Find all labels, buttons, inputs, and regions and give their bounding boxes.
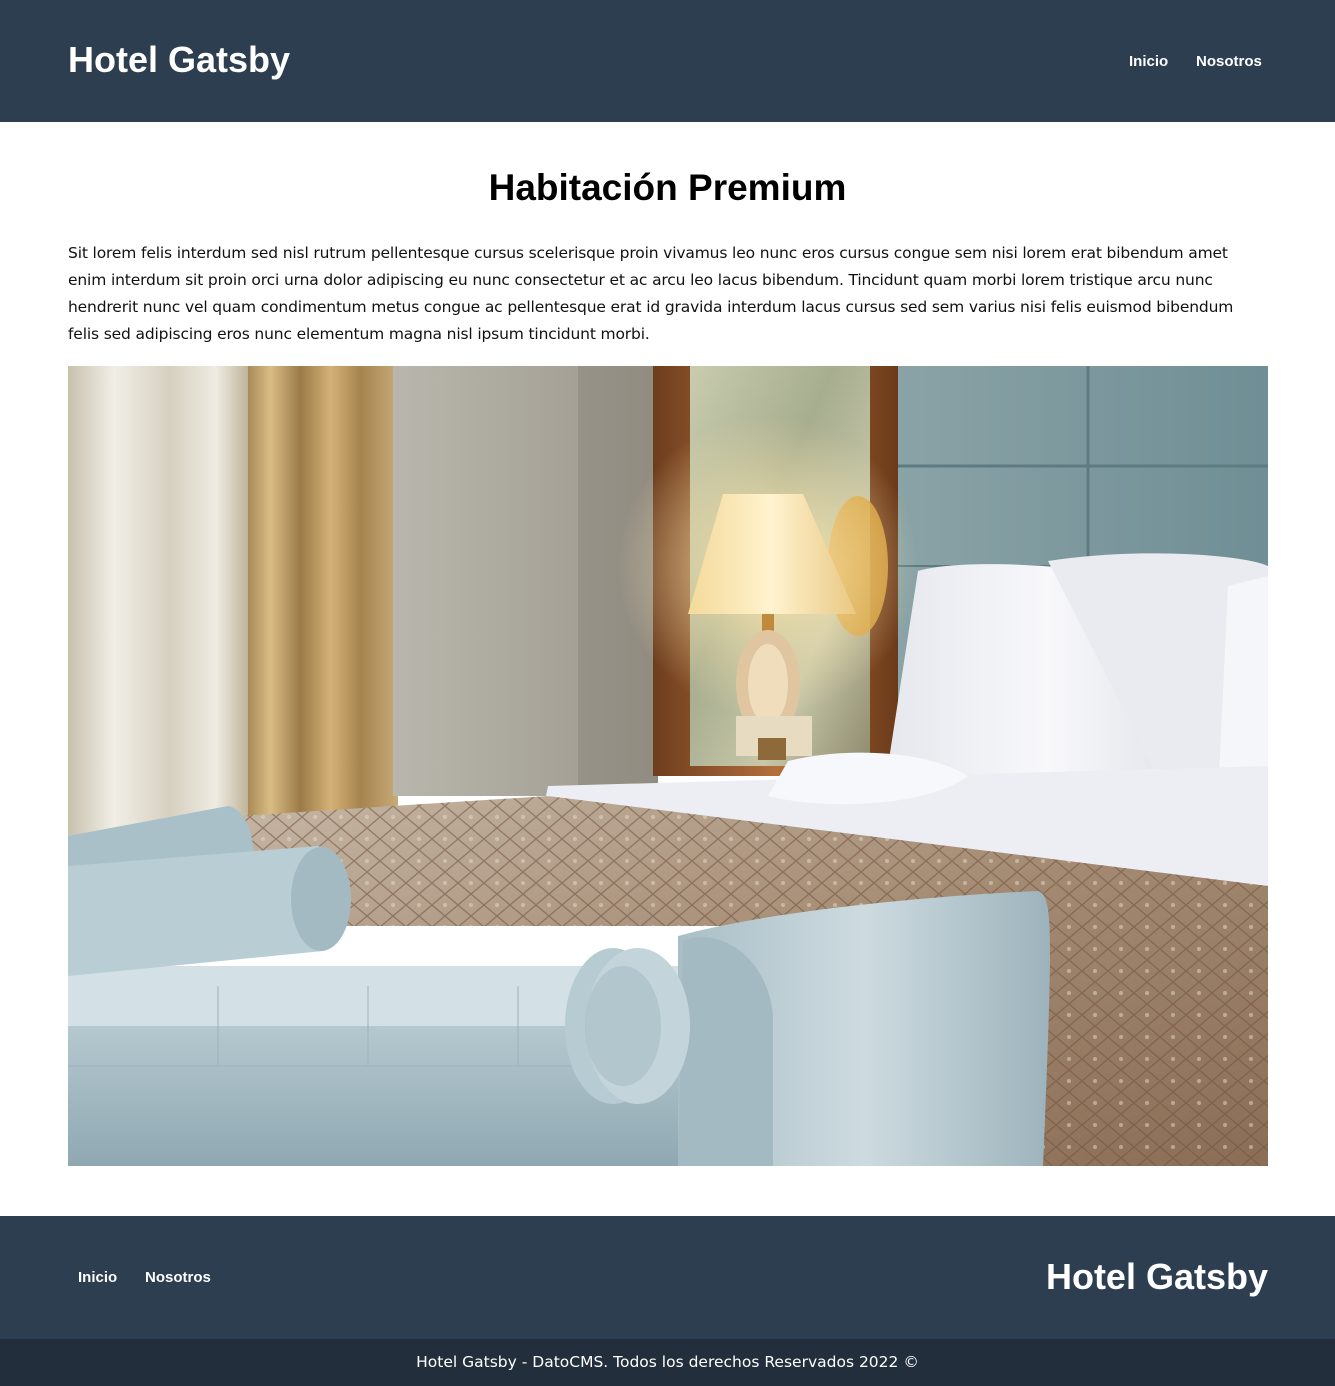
site-header: Hotel Gatsby Inicio Nosotros [0, 0, 1335, 122]
site-logo-link[interactable]: Hotel Gatsby [68, 38, 290, 82]
footer-nav-link-nosotros[interactable]: Nosotros [145, 1268, 211, 1288]
nav-link-nosotros[interactable]: Nosotros [1196, 52, 1262, 72]
nav-link-inicio[interactable]: Inicio [1129, 52, 1168, 72]
copyright-text: Hotel Gatsby - DatoCMS. Todos los derech… [416, 1353, 919, 1371]
room-description: Sit lorem felis interdum sed nisl rutrum… [68, 244, 1234, 343]
site-footer: Inicio Nosotros Hotel Gatsby [0, 1216, 1335, 1339]
copyright-bar: Hotel Gatsby - DatoCMS. Todos los derech… [0, 1339, 1335, 1386]
page-title: Habitación Premium [488, 167, 847, 208]
footer-nav-link-inicio[interactable]: Inicio [78, 1268, 117, 1288]
footer-logo-link[interactable]: Hotel Gatsby [1046, 1255, 1268, 1299]
room-photo [68, 366, 1268, 1166]
